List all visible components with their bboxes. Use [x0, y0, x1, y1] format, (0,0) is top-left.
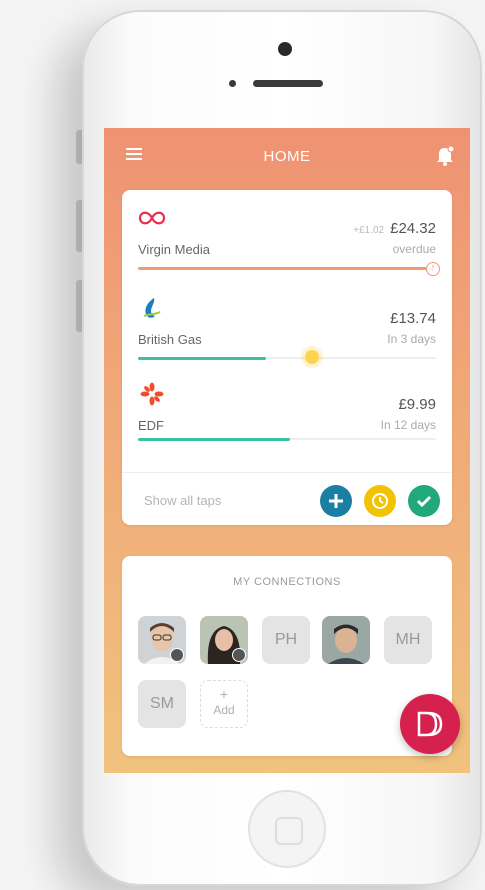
bill-due-status: In 3 days [387, 332, 436, 346]
page-title: HOME [263, 148, 311, 165]
bill-progress-track [138, 350, 436, 364]
person-photo-icon [322, 616, 370, 664]
avatar-initials[interactable]: PH [262, 616, 310, 664]
bill-row-virgin-media[interactable]: Virgin Media +£1.02 £24.32 overdue ! [122, 190, 452, 276]
proximity-sensor [229, 80, 236, 87]
pending-button[interactable] [364, 485, 396, 517]
bill-row-edf[interactable]: EDF £9.99 In 12 days [122, 366, 452, 452]
avatar[interactable] [322, 616, 370, 664]
bill-previous-amount: +£1.02 [353, 225, 385, 236]
bill-progress-fill [138, 267, 436, 270]
today-marker [305, 350, 319, 364]
plus-icon: + [219, 686, 229, 702]
show-all-taps-link[interactable]: Show all taps [144, 493, 221, 508]
bill-name: Virgin Media [138, 242, 211, 257]
app-logo-fab-button[interactable] [400, 694, 460, 754]
avatar-badge [232, 648, 246, 662]
connections-title: MY CONNECTIONS [233, 576, 341, 588]
add-tap-button[interactable] [320, 485, 352, 517]
bills-card-footer: Show all taps [122, 472, 452, 526]
app-screen: HOME Virgin Media +£1.02 £24.32 overdue ! [104, 128, 470, 773]
bill-amount: £9.99 [398, 396, 436, 413]
bill-row-british-gas[interactable]: British Gas £13.74 In 3 days [122, 280, 452, 366]
overdue-alert-icon: ! [426, 262, 440, 276]
add-icon [329, 494, 343, 508]
add-label: Add [213, 703, 235, 717]
notification-bell-icon[interactable] [434, 144, 456, 166]
bill-amount-value: £24.32 [390, 220, 436, 237]
bill-amount: +£1.02 £24.32 [353, 220, 436, 237]
paid-button[interactable] [408, 485, 440, 517]
bill-due-status: In 12 days [380, 418, 436, 432]
home-button[interactable] [248, 790, 326, 868]
bill-progress-fill [138, 357, 267, 360]
bill-name: EDF [138, 418, 164, 433]
top-bar: HOME [104, 128, 470, 182]
avatar[interactable] [200, 616, 248, 664]
bill-progress-fill [138, 438, 290, 441]
avatar[interactable] [138, 616, 186, 664]
bill-progress-track [138, 438, 436, 441]
avatar-initials[interactable]: SM [138, 680, 186, 728]
avatar-initials[interactable]: MH [384, 616, 432, 664]
app-logo-icon [417, 711, 443, 737]
edf-flower-icon [140, 382, 164, 406]
bill-name: British Gas [138, 332, 202, 347]
add-connection-button[interactable]: + Add [200, 680, 248, 728]
avatar-badge [170, 648, 184, 662]
bill-amount: £13.74 [390, 310, 436, 327]
front-camera [278, 42, 292, 56]
british-gas-flame-icon [143, 298, 161, 318]
earpiece-speaker [253, 80, 323, 87]
virgin-media-logo-icon [138, 211, 166, 225]
bill-due-status: overdue [392, 242, 436, 256]
bills-card: Virgin Media +£1.02 £24.32 overdue ! Brit… [122, 190, 452, 525]
bill-progress-track: ! [138, 262, 440, 276]
check-icon [416, 495, 432, 508]
clock-icon [372, 493, 388, 509]
home-square-icon [275, 817, 303, 845]
